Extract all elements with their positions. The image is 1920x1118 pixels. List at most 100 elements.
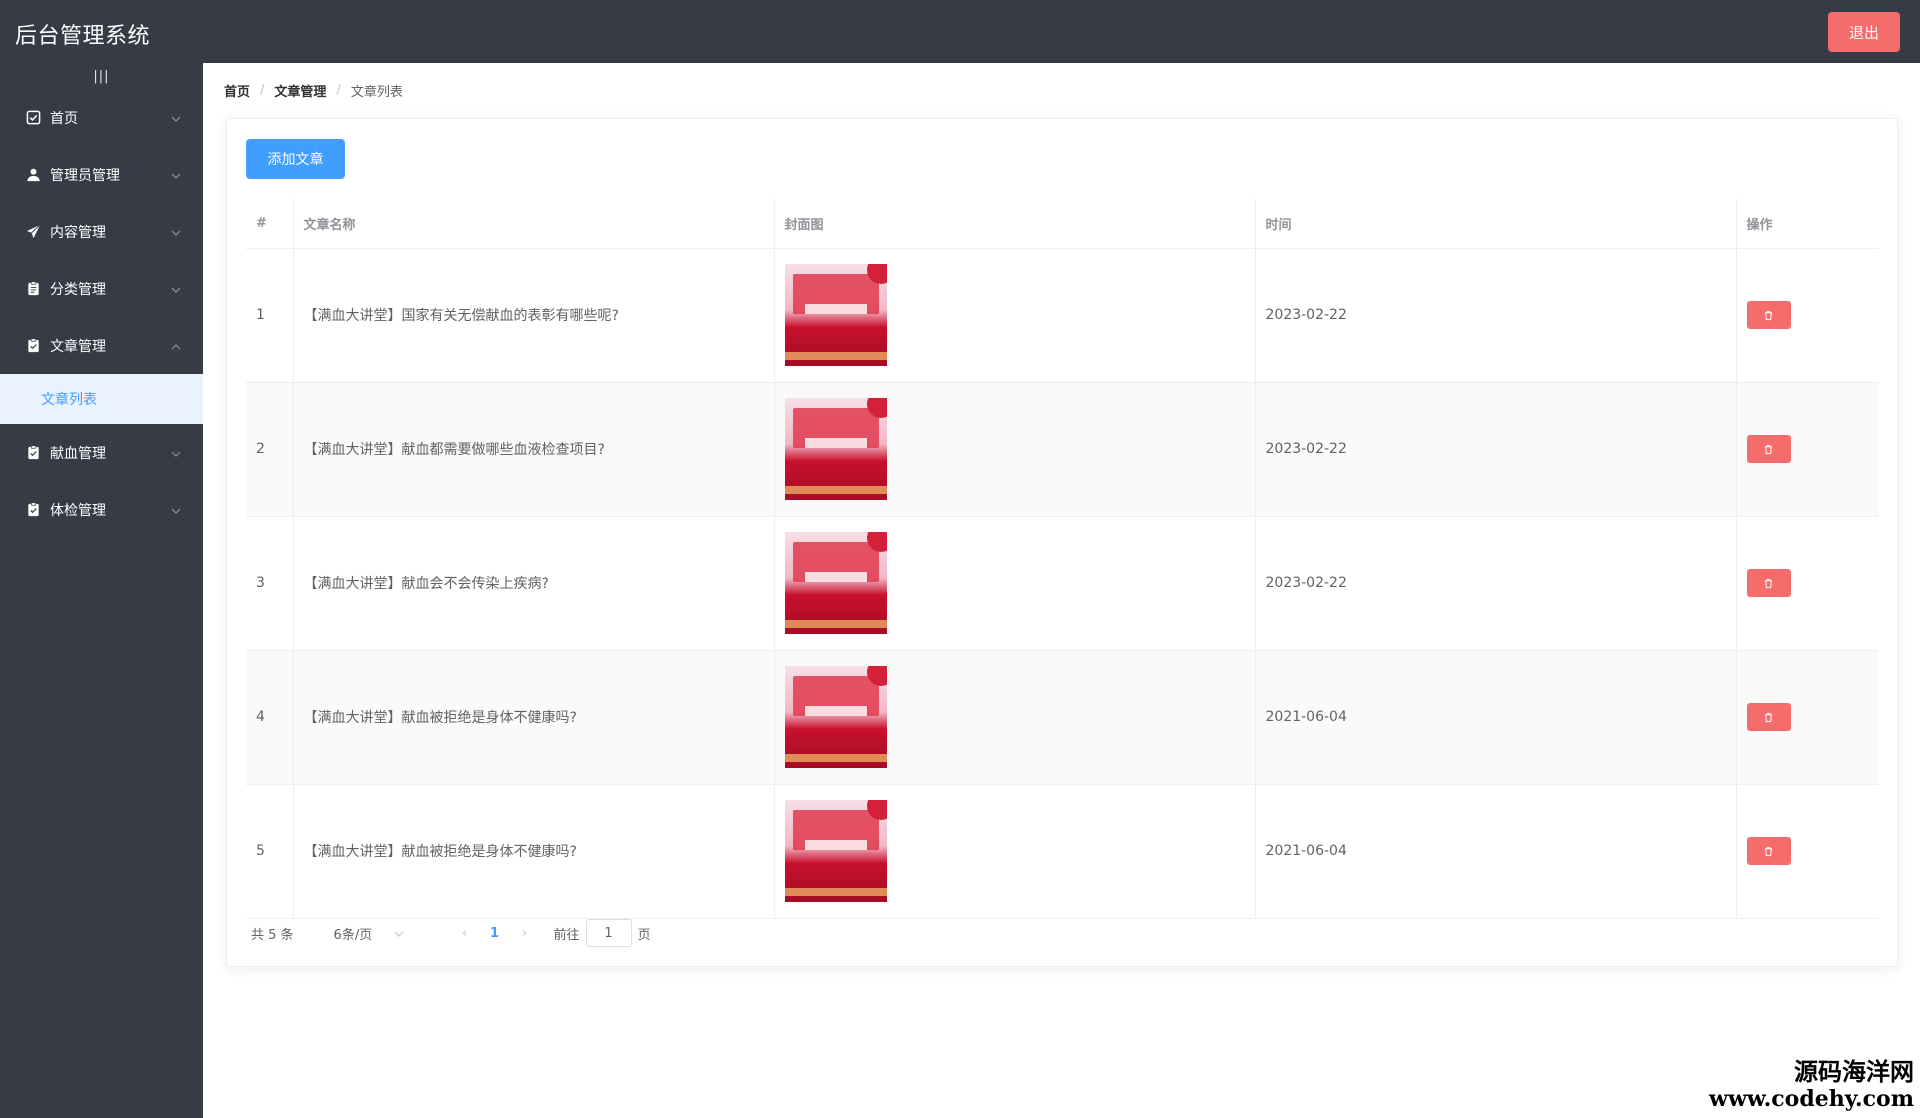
cover-image xyxy=(784,800,887,902)
cover-image xyxy=(784,666,887,768)
actions-cell xyxy=(1736,784,1879,919)
chevron-down-icon xyxy=(171,504,181,514)
content-card: 添加文章 # 文章名称 封面图 时间 操作 1 【满血大讲堂】国家有关无偿献血的… xyxy=(226,118,1898,967)
sidebar-subitem-article-list[interactable]: 文章列表 xyxy=(0,374,203,424)
trash-icon xyxy=(1764,846,1773,856)
article-name: 【满血大讲堂】国家有关无偿献血的表彰有哪些呢? xyxy=(293,248,775,383)
sidebar: ||| 首页 管理员管理 内容管理 分类管理 文章管理 文章列表 献血管理 体检… xyxy=(0,63,203,1118)
checklist-icon xyxy=(25,502,41,518)
table-row: 2 【满血大讲堂】献血都需要做哪些血液检查项目? 2023-02-22 xyxy=(246,382,1879,517)
send-icon xyxy=(25,224,41,240)
watermark-url: www.codehy.com xyxy=(1709,1086,1914,1112)
chevron-down-icon xyxy=(171,112,181,122)
chevron-down-icon xyxy=(394,928,404,938)
page-jumper: 前往 页 xyxy=(554,919,651,947)
breadcrumb: 首页 / 文章管理 / 文章列表 xyxy=(224,81,403,100)
watermark: 源码海洋网 www.codehy.com xyxy=(1709,1057,1914,1113)
chevron-down-icon xyxy=(171,226,181,236)
sidebar-collapse-toggle[interactable]: ||| xyxy=(0,63,203,89)
sidebar-item-admin[interactable]: 管理员管理 xyxy=(0,146,203,203)
page-suffix: 页 xyxy=(637,927,651,943)
goto-page-input[interactable] xyxy=(585,919,632,947)
sidebar-item-article[interactable]: 文章管理 xyxy=(0,317,203,374)
row-index: 3 xyxy=(246,516,294,651)
actions-cell xyxy=(1736,516,1879,651)
cover-image xyxy=(784,532,887,634)
column-header-time: 时间 xyxy=(1255,199,1737,249)
row-index: 1 xyxy=(246,248,294,383)
article-name: 【满血大讲堂】献血被拒绝是身体不健康吗? xyxy=(293,650,775,785)
table-row: 4 【满血大讲堂】献血被拒绝是身体不健康吗? 2021-06-04 xyxy=(246,650,1879,785)
user-icon xyxy=(25,167,41,183)
trash-icon xyxy=(1764,712,1773,722)
delete-button[interactable] xyxy=(1746,569,1791,597)
sidebar-item-label: 分类管理 xyxy=(50,281,106,298)
table-row: 3 【满血大讲堂】献血会不会传染上疾病? 2023-02-22 xyxy=(246,516,1879,651)
article-name: 【满血大讲堂】献血被拒绝是身体不健康吗? xyxy=(293,784,775,919)
trash-icon xyxy=(1764,310,1773,320)
table-row: 1 【满血大讲堂】国家有关无偿献血的表彰有哪些呢? 2023-02-22 xyxy=(246,248,1879,383)
article-date: 2021-06-04 xyxy=(1255,784,1737,919)
top-header: 后台管理系统 退出 xyxy=(0,0,1920,63)
sidebar-item-home[interactable]: 首页 xyxy=(0,89,203,146)
app-title: 后台管理系统 xyxy=(15,24,151,49)
sidebar-item-label: 献血管理 xyxy=(50,445,106,462)
page-size-select[interactable]: 6条/页 xyxy=(334,919,420,947)
cover-cell xyxy=(774,784,1256,919)
trash-icon xyxy=(1764,444,1773,454)
chevron-down-icon xyxy=(171,447,181,457)
actions-cell xyxy=(1736,382,1879,517)
watermark-name: 源码海洋网 xyxy=(1794,1057,1914,1086)
clipboard-icon xyxy=(25,281,41,297)
cover-image xyxy=(784,264,887,366)
logout-button[interactable]: 退出 xyxy=(1828,12,1900,52)
trash-icon xyxy=(1764,578,1773,588)
sidebar-item-label: 管理员管理 xyxy=(50,167,120,184)
add-article-button[interactable]: 添加文章 xyxy=(246,139,345,179)
pagination: 共 5 条 6条/页 ‹ 1 › 前往 页 xyxy=(251,919,651,947)
sidebar-item-label: 文章管理 xyxy=(50,338,106,355)
breadcrumb-current: 文章列表 xyxy=(350,85,403,100)
next-page-button[interactable]: › xyxy=(510,926,540,941)
row-index: 4 xyxy=(246,650,294,785)
article-date: 2023-02-22 xyxy=(1255,248,1737,383)
column-header-actions: 操作 xyxy=(1736,199,1879,249)
sidebar-item-category[interactable]: 分类管理 xyxy=(0,260,203,317)
cover-cell xyxy=(774,516,1256,651)
row-index: 2 xyxy=(246,382,294,517)
breadcrumb-separator: / xyxy=(260,83,265,98)
page-number-1[interactable]: 1 xyxy=(480,926,510,941)
article-name: 【满血大讲堂】献血会不会传染上疾病? xyxy=(293,516,775,651)
sidebar-item-label: 体检管理 xyxy=(50,502,106,519)
sidebar-item-label: 首页 xyxy=(50,110,78,127)
cover-cell xyxy=(774,382,1256,517)
prev-page-button[interactable]: ‹ xyxy=(450,926,480,941)
article-name: 【满血大讲堂】献血都需要做哪些血液检查项目? xyxy=(293,382,775,517)
article-date: 2023-02-22 xyxy=(1255,382,1737,517)
table-row: 5 【满血大讲堂】献血被拒绝是身体不健康吗? 2021-06-04 xyxy=(246,784,1879,919)
pagination-total: 共 5 条 xyxy=(251,927,294,943)
checklist-icon xyxy=(25,338,41,354)
row-index: 5 xyxy=(246,784,294,919)
article-date: 2021-06-04 xyxy=(1255,650,1737,785)
breadcrumb-home[interactable]: 首页 xyxy=(224,81,250,100)
cover-cell xyxy=(774,248,1256,383)
sidebar-item-blood-donation[interactable]: 献血管理 xyxy=(0,424,203,481)
sidebar-item-checkup[interactable]: 体检管理 xyxy=(0,481,203,538)
cover-image xyxy=(784,398,887,500)
chevron-up-icon xyxy=(171,340,181,350)
actions-cell xyxy=(1736,650,1879,785)
breadcrumb-section[interactable]: 文章管理 xyxy=(274,81,326,100)
sidebar-item-content[interactable]: 内容管理 xyxy=(0,203,203,260)
home-icon xyxy=(25,110,41,126)
delete-button[interactable] xyxy=(1746,703,1791,731)
article-table: # 文章名称 封面图 时间 操作 1 【满血大讲堂】国家有关无偿献血的表彰有哪些… xyxy=(246,199,1879,919)
cover-cell xyxy=(774,650,1256,785)
actions-cell xyxy=(1736,248,1879,383)
column-header-cover: 封面图 xyxy=(774,199,1256,249)
delete-button[interactable] xyxy=(1746,837,1791,865)
chevron-down-icon xyxy=(171,283,181,293)
delete-button[interactable] xyxy=(1746,435,1791,463)
delete-button[interactable] xyxy=(1746,301,1791,329)
column-header-index: # xyxy=(246,199,294,249)
